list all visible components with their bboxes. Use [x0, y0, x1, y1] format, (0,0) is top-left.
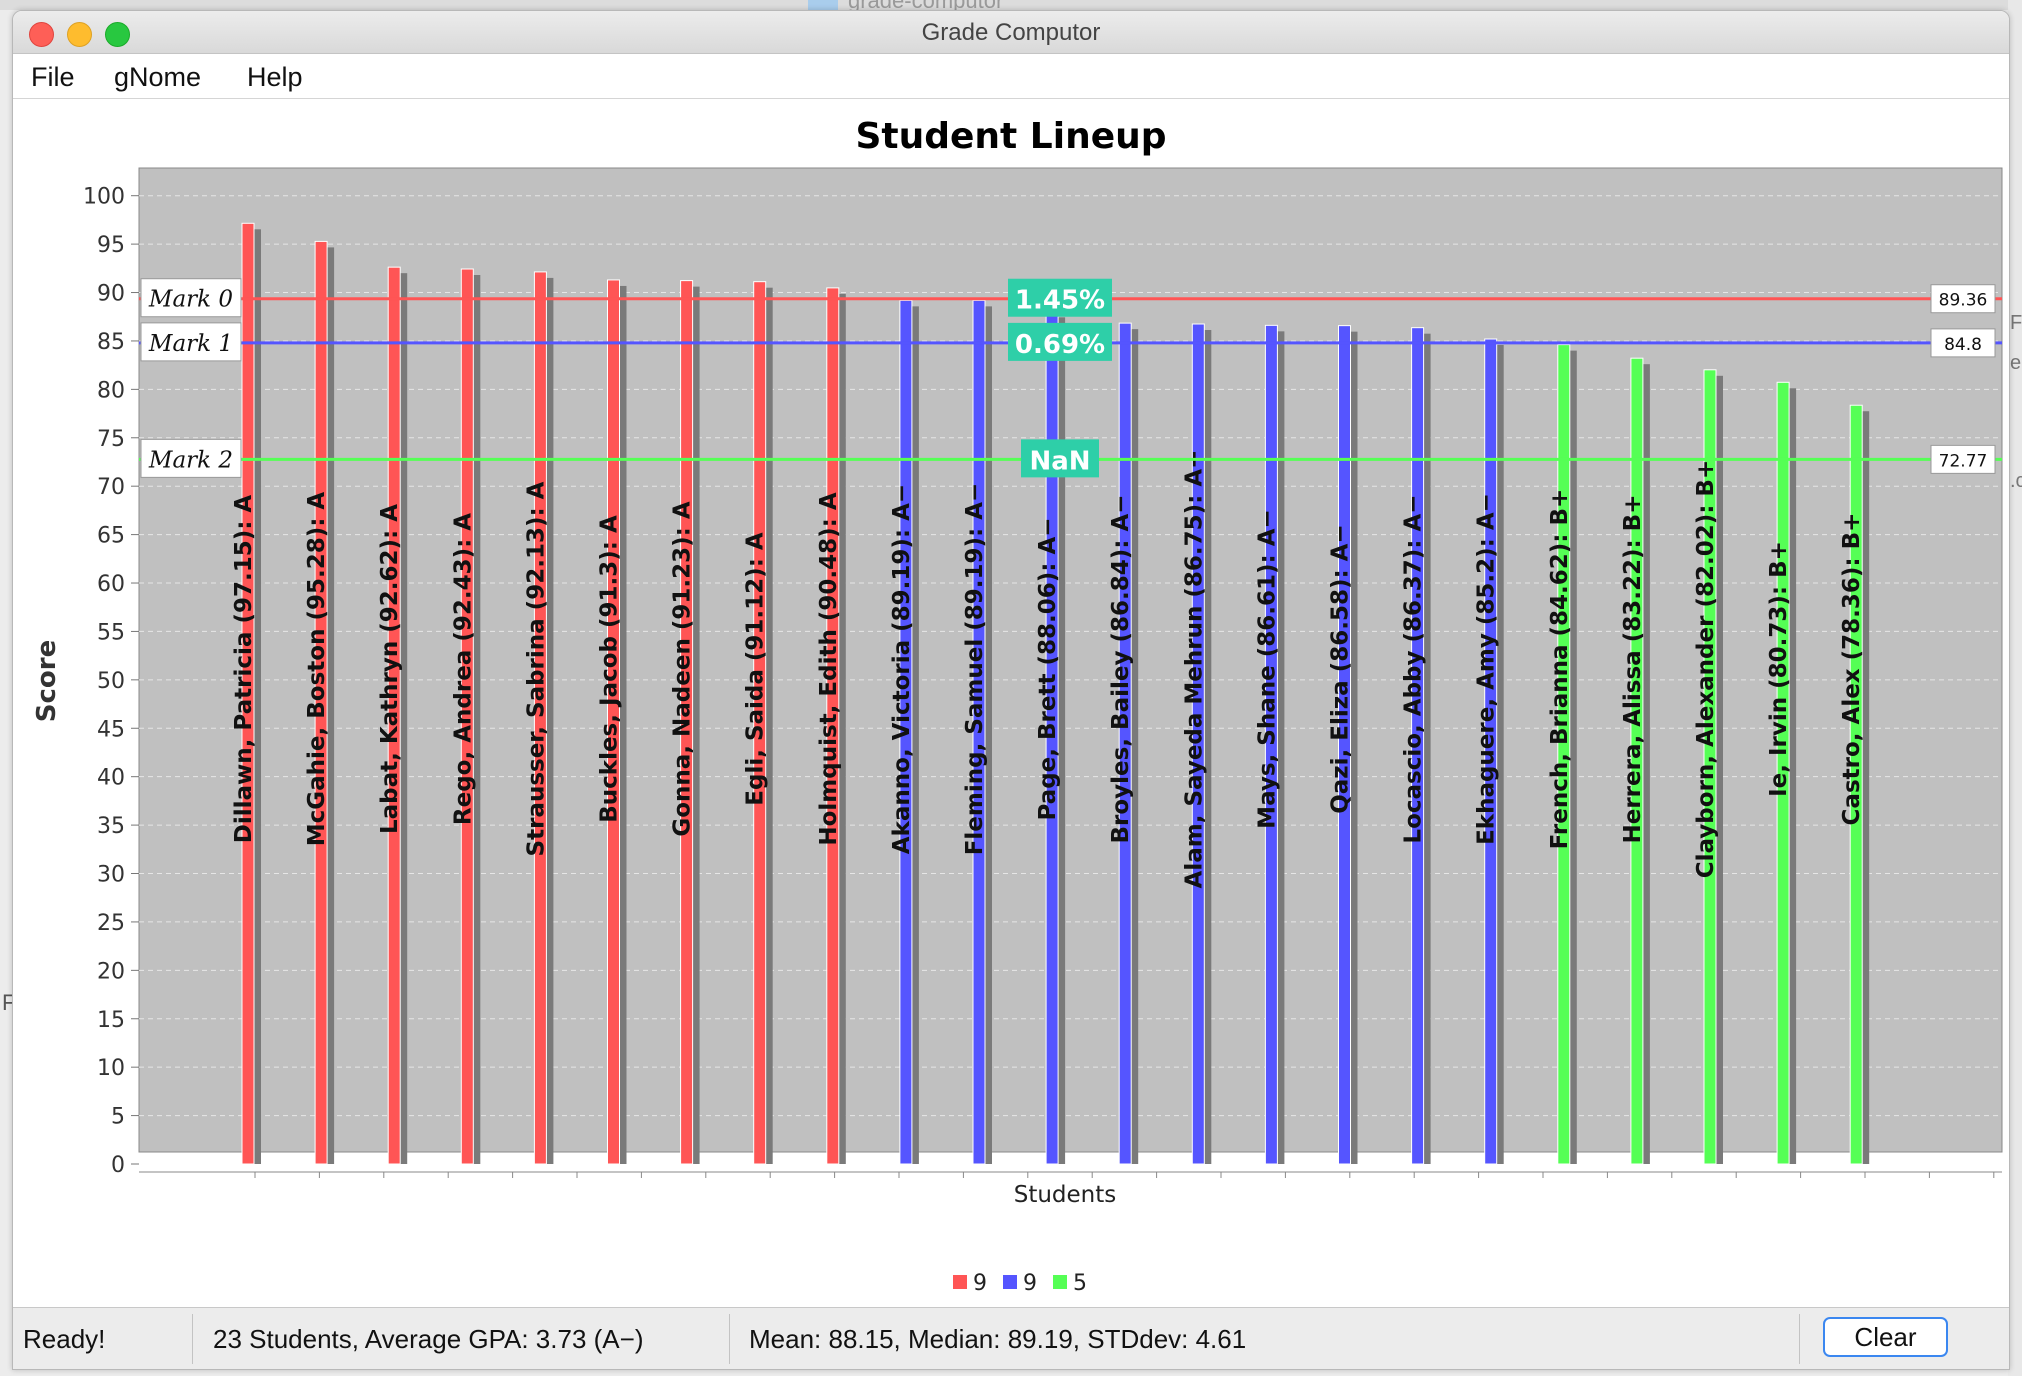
menu-help[interactable]: Help: [247, 62, 303, 93]
y-tick-label: 70: [97, 475, 125, 500]
status-bar: Ready! 23 Students, Average GPA: 3.73 (A…: [13, 1307, 2009, 1369]
bar-label: Clayborn, Alexander (82.02): B+: [1693, 460, 1719, 879]
y-tick-label: 15: [97, 1008, 125, 1033]
menu-bar: File gNome Help: [13, 54, 2009, 99]
bar-label: Castro, Alex (78.36): B+: [1839, 513, 1865, 826]
y-tick-label: 5: [111, 1105, 125, 1130]
legend-swatch: [1003, 1275, 1017, 1289]
chart-title: Student Lineup: [855, 116, 1166, 157]
bar-label: Labat, Kathryn (92.62): A: [377, 504, 403, 834]
chart-canvas: Student Lineup Score Students 0 5 10 15 20 25…: [32, 116, 2003, 1296]
y-tick-label: 100: [83, 185, 125, 210]
y-tick-label: 40: [97, 766, 125, 791]
y-tick-label: 90: [97, 282, 125, 307]
bar-label: Herrera, Alissa (83.22): B+: [1620, 495, 1646, 844]
app-window: Grade Computor File gNome Help Student L…: [12, 10, 2010, 1370]
marker-value-label: 89.36: [1939, 291, 1988, 311]
bar-label: Strausser, Sabrina (92.13): A: [523, 481, 549, 856]
y-tick-label: 20: [97, 959, 125, 984]
legend-label: 9: [1023, 1271, 1037, 1296]
menu-file[interactable]: File: [31, 62, 75, 93]
status-stats: Mean: 88.15, Median: 89.19, STDdev: 4.61: [749, 1324, 1247, 1354]
edge-glyph: e: [2010, 352, 2022, 374]
bar-label: Alam, Sayeda Mehrun (86.75): A−: [1181, 450, 1207, 889]
marker-label: Mark 0: [148, 287, 233, 313]
y-tick-label: 50: [97, 669, 125, 694]
x-axis-label: Students: [1014, 1182, 1117, 1208]
marker-label: Mark 1: [148, 331, 233, 357]
status-separator: [1799, 1314, 1800, 1364]
bar-label: Locascio, Abby (86.37): A−: [1401, 494, 1427, 843]
bar-label: Gonna, Nadeen (91.23): A: [670, 501, 696, 836]
bar-label: Egli, Saida (91.12): A: [743, 532, 769, 806]
menu-gnome[interactable]: gNome: [114, 62, 201, 93]
bar-label: Dillawn, Patricia (97.15): A: [231, 495, 257, 844]
y-tick-label: 30: [97, 863, 125, 888]
bar-label: Buckles, Jacob (91.3): A: [597, 515, 623, 823]
legend-swatch: [953, 1275, 967, 1289]
marker-label: Mark 2: [148, 447, 233, 473]
bar-label: Fleming, Samuel (89.19): A−: [962, 483, 988, 856]
bar-label: McGahie, Boston (95.28): A: [304, 492, 330, 847]
bar-label: Mays, Shane (86.61): A−: [1254, 509, 1280, 829]
y-tick-label: 0: [111, 1153, 125, 1178]
marker-percent-label: NaN: [1029, 446, 1090, 476]
y-tick-label: 85: [97, 330, 125, 355]
bar-label: Ie, Irvin (80.73): B+: [1766, 541, 1792, 797]
bar-label: French, Brianna (84.62): B+: [1547, 489, 1573, 850]
y-tick-label: 75: [97, 427, 125, 452]
legend-label: 9: [973, 1271, 987, 1296]
title-bar[interactable]: Grade Computor: [13, 11, 2009, 54]
bar-label: Qazi, Eliza (86.58): A−: [1328, 524, 1354, 814]
y-tick-label: 25: [97, 911, 125, 936]
status-separator: [729, 1314, 730, 1364]
status-ready: Ready!: [23, 1324, 106, 1354]
background-window-edge: F e .c: [2008, 0, 2022, 1376]
marker-value-label: 84.8: [1944, 335, 1982, 355]
marker-value-label: 72.77: [1939, 451, 1988, 471]
y-tick-label: 45: [97, 717, 125, 742]
legend-label: 5: [1073, 1271, 1087, 1296]
bar-label: Page, Brett (88.06): A−: [1035, 517, 1061, 820]
y-axis-label: Score: [32, 640, 62, 722]
bar-label: Holmquist, Edith (90.48): A: [816, 492, 842, 845]
edge-glyph: .c: [2010, 470, 2022, 492]
y-tick-label: 55: [97, 620, 125, 645]
bar-label: Rego, Andrea (92.43): A: [450, 513, 476, 825]
marker-percent-label: 0.69%: [1015, 330, 1105, 360]
y-tick-label: 60: [97, 572, 125, 597]
status-summary: 23 Students, Average GPA: 3.73 (A−): [213, 1324, 644, 1354]
y-tick-label: 80: [97, 378, 125, 403]
edge-glyph: F: [2010, 312, 2022, 334]
desktop-background: [0, 0, 2022, 10]
bar-label: Akanno, Victoria (89.19): A−: [889, 484, 915, 854]
y-tick-label: 35: [97, 814, 125, 839]
legend-swatch: [1053, 1275, 1067, 1289]
bar-label: Ekhaguere, Amy (85.2): A−: [1474, 493, 1500, 845]
status-separator: [192, 1314, 193, 1364]
window-title: Grade Computor: [921, 19, 1101, 46]
y-tick-label: 65: [97, 524, 125, 549]
background-folder-icon: [808, 0, 838, 10]
y-tick-label: 10: [97, 1056, 125, 1081]
y-tick-label: 95: [97, 233, 125, 258]
bar-label: Broyles, Bailey (86.84): A−: [1108, 494, 1134, 843]
marker-percent-label: 1.45%: [1015, 286, 1105, 316]
clear-button[interactable]: Clear: [1823, 1317, 1948, 1357]
